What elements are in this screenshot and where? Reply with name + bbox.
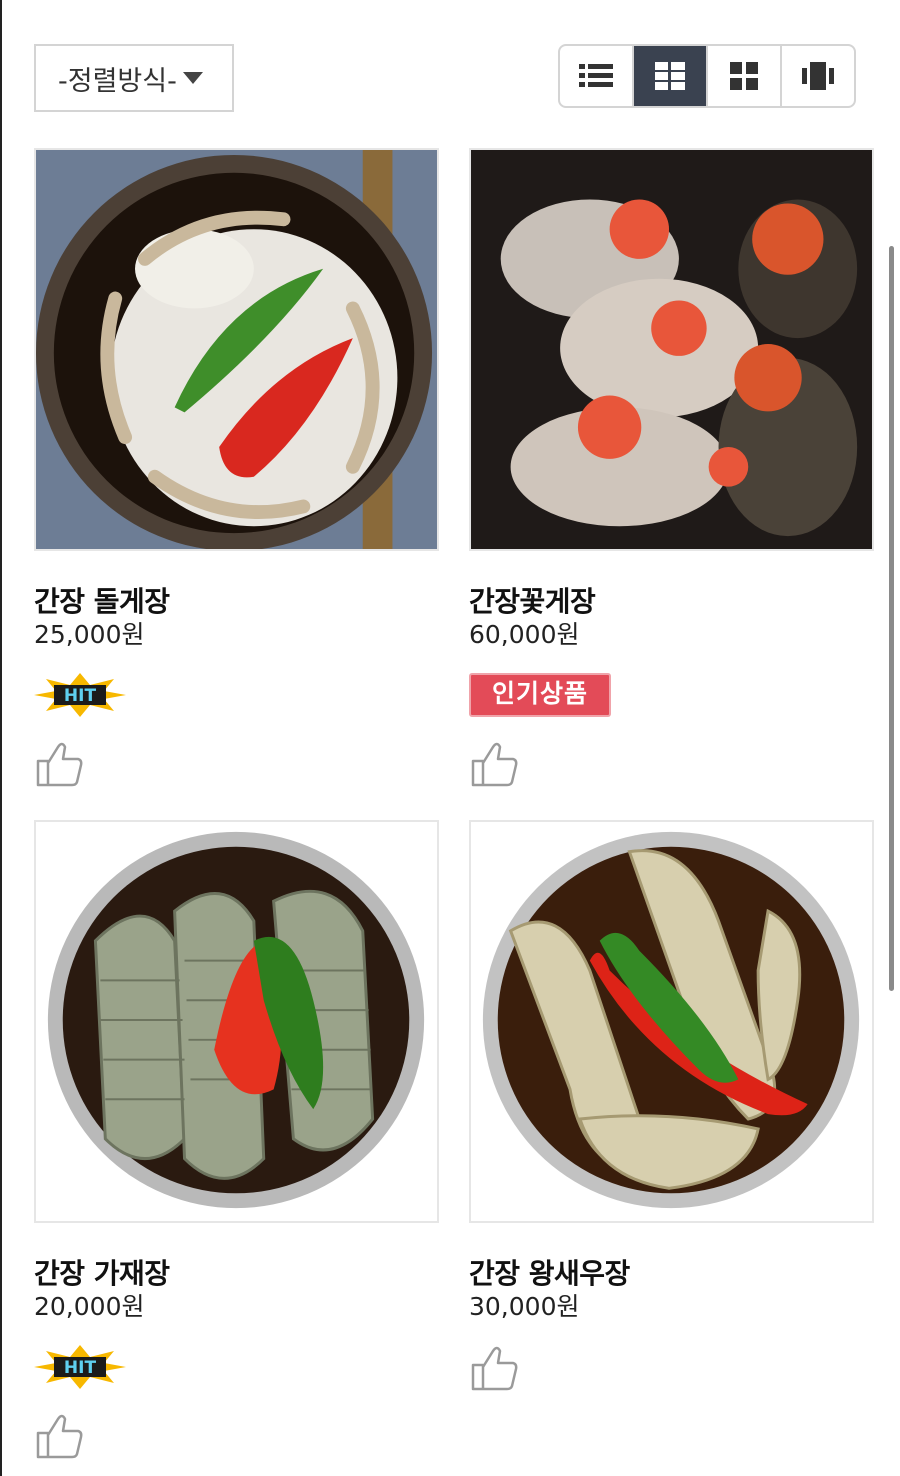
carousel-icon	[802, 62, 834, 90]
view-grid-button[interactable]	[706, 46, 780, 106]
list-icon	[579, 64, 613, 87]
badge-row: HIT	[34, 673, 439, 723]
product-price: 60,000원	[469, 620, 580, 649]
crab-in-soy-sauce-image	[36, 150, 437, 549]
thumbs-up-icon[interactable]	[34, 739, 84, 789]
grid-icon	[730, 62, 758, 90]
product-card[interactable]: 간장 왕새우장 30,000원	[469, 820, 874, 1393]
view-carousel-button[interactable]	[780, 46, 854, 106]
sort-label: -정렬방식-	[58, 65, 177, 97]
product-image[interactable]	[469, 820, 874, 1223]
product-image[interactable]	[469, 148, 874, 551]
svg-text:HIT: HIT	[64, 686, 97, 706]
toolbar: -정렬방식-	[34, 44, 856, 114]
badge-row: HIT	[34, 1345, 439, 1395]
badge-row: 인기상품	[469, 673, 874, 723]
king-prawn-in-soy-sauce-image	[471, 822, 872, 1221]
product-card[interactable]: 간장 가재장 20,000원 HIT	[34, 820, 439, 1461]
product-card[interactable]: 간장 돌게장 25,000원 HIT	[34, 148, 439, 789]
hit-badge-icon: HIT	[34, 673, 126, 717]
mantis-shrimp-in-soy-sauce-image	[36, 822, 437, 1221]
blue-crab-with-roe-image	[471, 150, 872, 549]
svg-text:HIT: HIT	[64, 1358, 97, 1378]
view-gallery-button[interactable]	[632, 46, 706, 106]
product-image[interactable]	[34, 148, 439, 551]
product-price: 30,000원	[469, 1292, 580, 1321]
view-list-button[interactable]	[560, 46, 632, 106]
scrollbar[interactable]	[889, 246, 894, 991]
view-mode-switch	[558, 44, 856, 108]
product-name[interactable]: 간장 가재장	[34, 1257, 439, 1291]
sort-select[interactable]: -정렬방식-	[34, 44, 234, 112]
popular-badge: 인기상품	[469, 673, 611, 717]
thumbs-up-icon[interactable]	[34, 1411, 84, 1461]
product-image[interactable]	[34, 820, 439, 1223]
product-name[interactable]: 간장꽃게장	[469, 585, 874, 619]
product-name[interactable]: 간장 왕새우장	[469, 1257, 874, 1291]
product-card[interactable]: 간장꽃게장 60,000원 인기상품	[469, 148, 874, 789]
gallery-grid-icon	[655, 62, 685, 90]
product-name[interactable]: 간장 돌게장	[34, 585, 439, 619]
product-price: 20,000원	[34, 1292, 145, 1321]
thumbs-up-icon[interactable]	[469, 1343, 519, 1393]
hit-badge-icon: HIT	[34, 1345, 126, 1389]
chevron-down-icon	[182, 72, 203, 84]
thumbs-up-icon[interactable]	[469, 739, 519, 789]
product-price: 25,000원	[34, 620, 145, 649]
